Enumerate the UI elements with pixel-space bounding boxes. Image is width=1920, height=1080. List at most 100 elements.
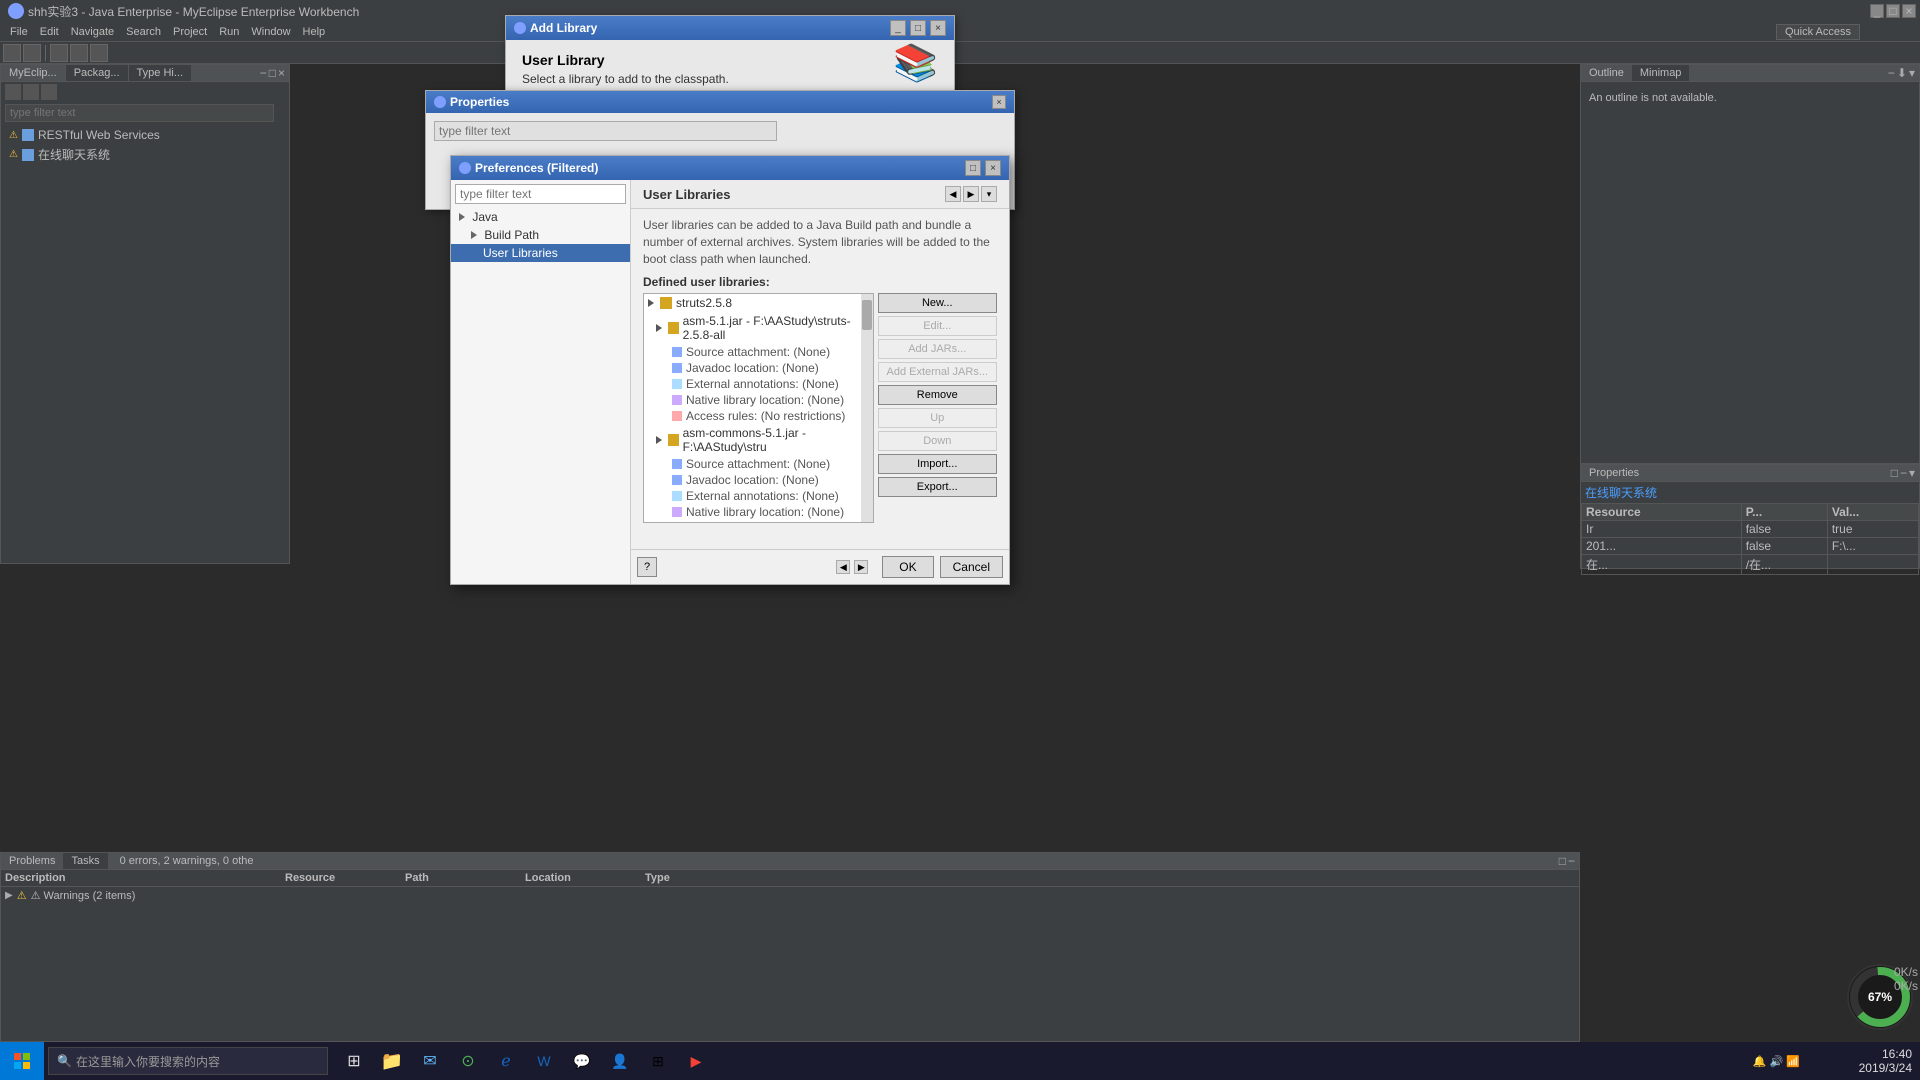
up-btn[interactable]: Up <box>878 408 998 428</box>
toolbar-btn-1[interactable] <box>3 44 21 62</box>
menu-help[interactable]: Help <box>297 26 332 38</box>
panel-settings-icon[interactable] <box>23 84 39 100</box>
help-btn[interactable]: ? <box>637 557 657 577</box>
pref-tree-user-libs[interactable]: User Libraries <box>451 244 630 262</box>
download-stat: 0K/s <box>1894 979 1918 993</box>
cancel-btn[interactable]: Cancel <box>940 556 1003 578</box>
video-btn[interactable]: ▶ <box>678 1043 714 1079</box>
tab-tasks[interactable]: Tasks <box>63 853 107 869</box>
menu-search[interactable]: Search <box>120 26 167 38</box>
menu-window[interactable]: Window <box>245 26 296 38</box>
pref-filter-input[interactable] <box>455 184 626 204</box>
asm-jar-item[interactable]: asm-5.1.jar - F:\AAStudy\struts-2.5.8-al… <box>644 312 873 344</box>
menu-run[interactable]: Run <box>213 26 245 38</box>
toolbar-btn-3[interactable] <box>50 44 68 62</box>
prop-maximize-icon[interactable]: □ <box>1891 466 1898 480</box>
word-btn[interactable]: W <box>526 1043 562 1079</box>
prop-minimize-icon[interactable]: − <box>1900 466 1907 480</box>
nav-down-btn[interactable]: ▾ <box>981 186 997 202</box>
menu-edit[interactable]: Edit <box>34 26 65 38</box>
commons-src[interactable]: Source attachment: (None) <box>644 456 873 472</box>
asm-commons-item[interactable]: asm-commons-5.1.jar - F:\AAStudy\stru <box>644 424 873 456</box>
add-library-max-btn[interactable]: □ <box>910 20 926 36</box>
taskview-btn[interactable]: ⊞ <box>336 1043 372 1079</box>
pref-close-btn[interactable]: × <box>985 160 1001 176</box>
pref-maximize-btn[interactable]: □ <box>965 160 981 176</box>
tree-item-restful[interactable]: ⚠ RESTful Web Services <box>5 126 285 144</box>
add-library-close-btn[interactable]: × <box>930 20 946 36</box>
expand-icon[interactable]: ▶ <box>5 890 13 901</box>
edit-btn[interactable]: Edit... <box>878 316 998 336</box>
asm-ext-ann[interactable]: External annotations: (None) <box>644 376 873 392</box>
minimize-btn[interactable]: _ <box>1870 4 1884 18</box>
commons-native[interactable]: Native library location: (None) <box>644 504 873 520</box>
back-btn[interactable]: ◀ <box>945 186 961 202</box>
outline-minimize-icon[interactable]: − <box>1888 66 1895 80</box>
pref-tree-build-path[interactable]: Build Path <box>451 226 630 244</box>
maximize-btn[interactable]: □ <box>1886 4 1900 18</box>
menu-navigate[interactable]: Navigate <box>65 26 120 38</box>
pref-tree-java[interactable]: Java <box>451 208 630 226</box>
footer-left-arrow[interactable]: ◀ <box>836 560 850 574</box>
toolbar-btn-2[interactable] <box>23 44 41 62</box>
user-btn[interactable]: 👤 <box>602 1043 638 1079</box>
tree-item-chat[interactable]: ⚠ 在线聊天系统 <box>5 144 285 165</box>
problems-max-icon[interactable]: □ <box>1559 854 1566 868</box>
toolbar-btn-5[interactable] <box>90 44 108 62</box>
prop-menu-icon[interactable]: ▾ <box>1909 466 1915 480</box>
tab-myeclipse[interactable]: MyEclip... <box>1 65 66 81</box>
tab-package[interactable]: Packag... <box>66 65 129 81</box>
prop-dialog-filter[interactable] <box>434 121 777 141</box>
add-jars-btn[interactable]: Add JARs... <box>878 339 998 359</box>
ie-btn[interactable]: ℯ <box>488 1043 524 1079</box>
tab-outline[interactable]: Outline <box>1581 65 1632 81</box>
chrome-btn[interactable]: ⊙ <box>450 1043 486 1079</box>
panel-new-icon[interactable] <box>5 84 21 100</box>
panel-minimize-icon[interactable]: − <box>260 66 267 80</box>
panel-menu-icon[interactable] <box>41 84 57 100</box>
asm-src[interactable]: Source attachment: (None) <box>644 344 873 360</box>
commons-ext[interactable]: External annotations: (None) <box>644 488 873 504</box>
pref-lib-list[interactable]: struts2.5.8 asm-5.1.jar - F:\AAStudy\str… <box>643 293 874 523</box>
remove-btn[interactable]: Remove <box>878 385 998 405</box>
menu-file[interactable]: File <box>4 26 34 38</box>
tab-minimap[interactable]: Minimap <box>1632 65 1690 81</box>
asm-native[interactable]: Native library location: (None) <box>644 392 873 408</box>
fwd-btn[interactable]: ▶ <box>963 186 979 202</box>
down-btn[interactable]: Down <box>878 431 998 451</box>
outline-collapse-icon[interactable]: ⬇ <box>1897 66 1907 80</box>
tab-type-hi[interactable]: Type Hi... <box>129 65 191 81</box>
start-btn[interactable] <box>0 1042 44 1080</box>
add-library-min-btn[interactable]: _ <box>890 20 906 36</box>
tab-problems[interactable]: Problems <box>1 853 63 869</box>
ok-btn[interactable]: OK <box>882 556 933 578</box>
asm-javadoc[interactable]: Javadoc location: (None) <box>644 360 873 376</box>
wechat-btn[interactable]: 💬 <box>564 1043 600 1079</box>
panel-maximize-icon[interactable]: □ <box>269 66 276 80</box>
problems-min-icon[interactable]: − <box>1568 854 1575 868</box>
menu-project[interactable]: Project <box>167 26 213 38</box>
email-btn[interactable]: ✉ <box>412 1043 448 1079</box>
close-btn[interactable]: × <box>1902 4 1916 18</box>
add-external-btn[interactable]: Add External JARs... <box>878 362 998 382</box>
lib-struts-item[interactable]: struts2.5.8 <box>644 294 873 312</box>
taskbar-search[interactable]: 🔍 在这里输入你要搜索的内容 <box>48 1047 328 1075</box>
footer-right-arrow[interactable]: ▶ <box>854 560 868 574</box>
quick-access-btn[interactable]: Quick Access <box>1776 24 1860 40</box>
panel-close-icon[interactable]: × <box>278 66 285 80</box>
prop-dialog-close[interactable]: × <box>992 95 1006 109</box>
commons-access[interactable]: Access rules: (No restrictions) <box>644 520 873 523</box>
filter-area <box>1 102 289 124</box>
new-btn[interactable]: New... <box>878 293 998 313</box>
import-btn[interactable]: Import... <box>878 454 998 474</box>
tiles-btn[interactable]: ⊞ <box>640 1043 676 1079</box>
lib-list-scrollbar[interactable] <box>861 294 873 522</box>
asm-access[interactable]: Access rules: (No restrictions) <box>644 408 873 424</box>
filter-input[interactable] <box>5 104 274 122</box>
export-btn[interactable]: Export... <box>878 477 998 497</box>
outline-menu-icon[interactable]: ▾ <box>1909 66 1915 80</box>
commons-javadoc[interactable]: Javadoc location: (None) <box>644 472 873 488</box>
toolbar-btn-4[interactable] <box>70 44 88 62</box>
tab-properties[interactable]: Properties <box>1581 465 1647 481</box>
explorer-btn[interactable]: 📁 <box>374 1043 410 1079</box>
